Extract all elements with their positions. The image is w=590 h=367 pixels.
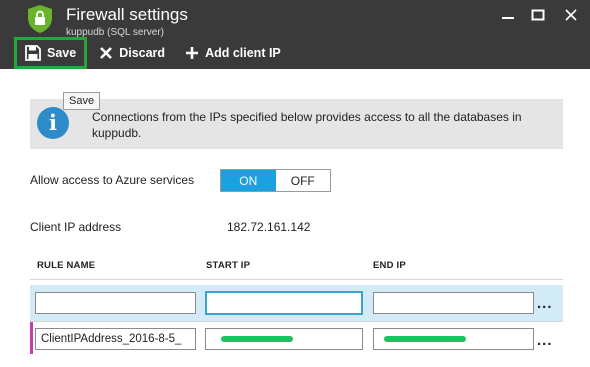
start-ip-input[interactable] <box>205 291 363 315</box>
blade-header: Firewall settings kuppudb (SQL server) S… <box>0 0 590 69</box>
close-icon <box>565 9 577 21</box>
column-header-start-ip: START IP <box>206 260 251 271</box>
column-header-rule-name: RULE NAME <box>37 260 96 271</box>
rule-name-field[interactable]: ClientIPAddress_2016-8-5_ <box>35 328 196 350</box>
info-text: Connections from the IPs specified below… <box>92 110 522 140</box>
toggle-off-option[interactable]: OFF <box>275 170 330 191</box>
maximize-icon <box>531 9 545 21</box>
azure-services-label: Allow access to Azure services <box>30 173 195 187</box>
info-icon: i <box>37 107 69 139</box>
close-button[interactable] <box>560 5 582 25</box>
discard-label: Discard <box>119 46 166 60</box>
discard-button[interactable]: Discard <box>89 37 175 69</box>
save-label: Save <box>47 46 77 60</box>
table-header-divider <box>30 279 563 280</box>
start-ip-redaction <box>221 336 293 342</box>
row-more-button[interactable]: ... <box>537 332 553 349</box>
save-tooltip: Save <box>63 92 101 110</box>
row-more-button[interactable]: ... <box>537 295 553 312</box>
shield-lock-icon <box>28 5 52 33</box>
client-ip-label: Client IP address <box>30 220 122 234</box>
end-ip-input[interactable] <box>373 292 534 314</box>
column-header-end-ip: END IP <box>373 260 406 271</box>
maximize-button[interactable] <box>527 5 549 25</box>
rule-name-input[interactable] <box>35 292 196 314</box>
client-ip-value: 182.72.161.142 <box>227 220 311 234</box>
command-bar: Save Discard Add client IP <box>14 37 291 69</box>
row-divider <box>30 321 563 322</box>
page-title: Firewall settings <box>66 5 188 24</box>
save-button[interactable]: Save <box>14 37 88 69</box>
discard-icon <box>100 47 113 59</box>
save-icon <box>25 45 41 61</box>
minimize-icon <box>502 17 514 19</box>
add-client-ip-label: Add client IP <box>205 46 281 60</box>
minimize-button[interactable] <box>497 5 519 25</box>
toggle-on-option[interactable]: ON <box>221 170 276 191</box>
azure-services-toggle[interactable]: ON OFF <box>220 169 331 192</box>
row-marker <box>30 322 33 354</box>
add-client-ip-button[interactable]: Add client IP <box>175 37 291 69</box>
info-banner: i Connections from the IPs specified bel… <box>30 99 563 149</box>
plus-icon <box>186 47 199 59</box>
end-ip-redaction <box>384 336 466 342</box>
